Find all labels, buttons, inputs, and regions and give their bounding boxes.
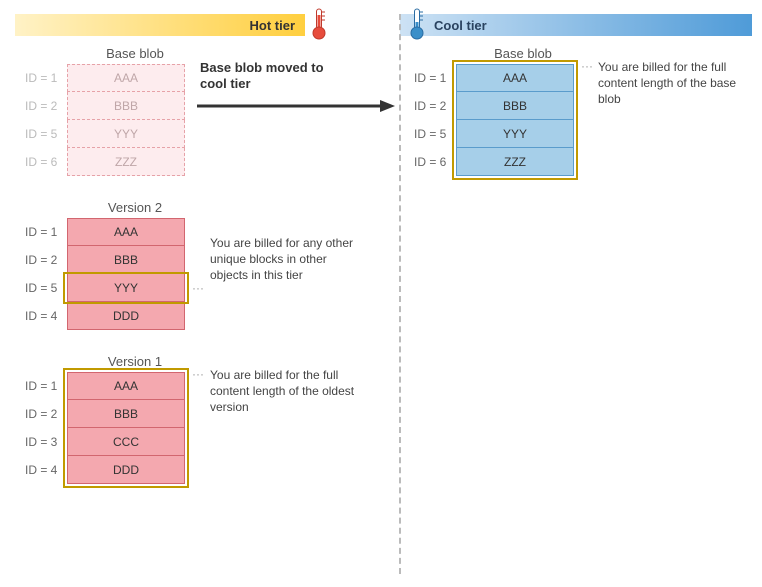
cool-tier-label: Cool tier [434,18,487,33]
move-arrow-label: Base blob moved to cool tier [200,60,340,93]
leader-dots: ··· [192,281,204,295]
table-row: ID = 6ZZZ [25,148,185,176]
hot-base-title: Base blob [75,46,195,61]
thermometer-cool-icon [408,7,426,41]
table-row: ID = 1AAA [25,64,185,92]
thermometer-hot-icon [310,7,328,41]
version1-title: Version 1 [75,354,195,369]
leader-dots: ··· [192,367,204,381]
table-row: ID = 5YYY [25,120,185,148]
version2-annotation: You are billed for any other unique bloc… [210,235,358,284]
move-arrow-icon [195,96,395,116]
table-row: ID = 1AAA [414,64,574,92]
table-row: ID = 4DDD [25,456,185,484]
cool-tier-banner: Cool tier [400,14,752,36]
table-row: ID = 2BBB [414,92,574,120]
table-row: ID = 1AAA [25,218,185,246]
version1-annotation: You are billed for the full content leng… [210,367,358,416]
cool-base-title: Base blob [463,46,583,61]
cool-annotation: You are billed for the full content leng… [598,59,746,108]
table-row: ID = 6ZZZ [414,148,574,176]
hot-tier-banner: Hot tier [15,14,305,36]
tier-divider [399,14,401,574]
table-row: ID = 2BBB [25,400,185,428]
table-row: ID = 5YYY [25,274,185,302]
leader-dots: ··· [581,59,593,73]
table-row: ID = 1AAA [25,372,185,400]
version2-title: Version 2 [75,200,195,215]
table-row: ID = 5YYY [414,120,574,148]
table-row: ID = 4DDD [25,302,185,330]
table-row: ID = 2BBB [25,92,185,120]
table-row: ID = 3CCC [25,428,185,456]
table-row: ID = 2BBB [25,246,185,274]
hot-tier-label: Hot tier [250,18,296,33]
